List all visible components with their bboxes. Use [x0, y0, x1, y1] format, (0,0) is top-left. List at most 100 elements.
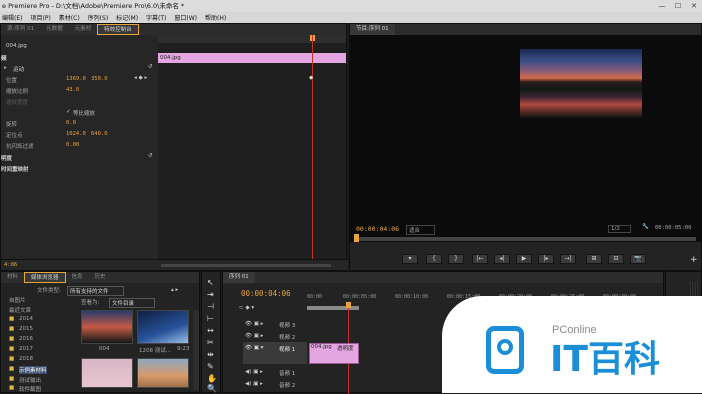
- mark-out-button[interactable]: }: [448, 254, 464, 264]
- minimize-button[interactable]: —: [654, 0, 670, 12]
- prop-position-x[interactable]: 1369.0: [66, 76, 86, 82]
- go-to-out-button[interactable]: →|: [560, 254, 576, 264]
- tab-history[interactable]: 历史: [89, 272, 112, 283]
- folder-item[interactable]: 测试输出: [19, 376, 41, 384]
- program-timecode-current[interactable]: 00:00:04:06: [356, 225, 399, 233]
- menu-clip[interactable]: 素材(C): [59, 13, 80, 22]
- rolling-edit-tool-icon[interactable]: ⊢: [207, 314, 214, 323]
- prop-antiflicker-value[interactable]: 0.00: [66, 142, 79, 148]
- export-frame-button[interactable]: 📷: [630, 254, 646, 264]
- project-scrollbar[interactable]: [193, 310, 199, 390]
- folder-item[interactable]: 示例素材料: [19, 366, 47, 374]
- keyframe-diamond[interactable]: ◆: [309, 75, 313, 81]
- menu-edit[interactable]: 编辑(E): [2, 13, 22, 22]
- maximize-button[interactable]: ☐: [670, 0, 686, 12]
- tab-media-browser[interactable]: 媒体浏览器: [24, 272, 66, 283]
- keyframe-ruler: [158, 35, 346, 43]
- timeline-clip[interactable]: 004.jpg 透明度: [309, 343, 359, 364]
- quality-dropdown[interactable]: 1/2: [608, 225, 631, 233]
- media-thumbnail[interactable]: [137, 310, 189, 344]
- mark-in-button[interactable]: {: [426, 254, 442, 264]
- ruler-label: 00:00:10:00: [395, 294, 429, 300]
- tab-sequence[interactable]: 序列 01: [223, 272, 255, 283]
- tab-source[interactable]: 源:序列 01: [1, 24, 40, 35]
- wrench-icon[interactable]: 🔧: [642, 224, 649, 230]
- folder-item[interactable]: 2018: [19, 356, 33, 362]
- folder-item[interactable]: 2017: [19, 346, 33, 352]
- reset-opacity-icon[interactable]: ↺: [148, 153, 153, 159]
- program-scrubber[interactable]: [356, 237, 696, 241]
- prop-scale-label: 缩放比例: [6, 89, 29, 95]
- pen-tool-icon[interactable]: ✎: [207, 362, 214, 371]
- razor-tool-icon[interactable]: ✂: [207, 338, 214, 347]
- prop-rotation-value[interactable]: 0.0: [66, 120, 76, 126]
- work-area-bar[interactable]: [307, 306, 359, 310]
- play-button[interactable]: ▶: [516, 254, 532, 264]
- folder-item[interactable]: 最近文章: [9, 306, 31, 314]
- zoom-scrollbar[interactable]: [161, 264, 331, 267]
- folder-item[interactable]: 软件截图: [19, 385, 41, 393]
- tab-elements[interactable]: 元素材: [69, 24, 98, 35]
- tab-info[interactable]: 信息: [66, 272, 89, 283]
- folder-icon: ■: [9, 385, 15, 391]
- section-time-remap[interactable]: 时间重映射: [1, 165, 29, 173]
- folder-item[interactable]: 2016: [19, 336, 33, 342]
- timeline-timecode[interactable]: 00:00:04:06: [241, 289, 291, 298]
- rate-stretch-tool-icon[interactable]: ↔: [207, 326, 214, 335]
- media-thumbnail[interactable]: [137, 358, 189, 388]
- prop-scale-value[interactable]: 43.0: [66, 87, 79, 93]
- file-type-dropdown[interactable]: 所有支持的文件: [67, 286, 124, 296]
- track-visibility-icon[interactable]: 👁 ▣ ▸: [245, 321, 263, 327]
- track-visibility-icon[interactable]: 👁 ▣ ▾: [245, 345, 263, 351]
- section-motion[interactable]: 运动: [13, 65, 24, 73]
- view-as-dropdown[interactable]: 文件目录: [109, 298, 156, 308]
- extract-button[interactable]: ⊟: [608, 254, 624, 264]
- menu-project[interactable]: 项目(P): [30, 13, 50, 22]
- hand-tool-icon[interactable]: ✋: [207, 374, 217, 383]
- track-visibility-icon[interactable]: 👁 ▣ ▸: [245, 333, 263, 339]
- audio-speaker-icon[interactable]: ◀) ▣ ▸: [245, 369, 263, 375]
- window-title: e Premiere Pro - D:\文档\Adobe\Premiere Pr…: [2, 2, 185, 10]
- menu-marker[interactable]: 标记(M): [116, 13, 138, 22]
- preview-image: [520, 49, 642, 118]
- track-select-tool-icon[interactable]: ⇥: [207, 290, 214, 299]
- prop-position-y[interactable]: 350.0: [91, 76, 108, 82]
- add-marker-button[interactable]: ▾: [402, 254, 418, 264]
- go-to-in-button[interactable]: |←: [472, 254, 488, 264]
- zoom-tool-icon[interactable]: 🔍: [207, 384, 217, 393]
- close-button[interactable]: ✕: [686, 0, 702, 12]
- lift-button[interactable]: ⊞: [586, 254, 602, 264]
- slip-tool-icon[interactable]: ⇹: [207, 350, 214, 359]
- tab-material[interactable]: 材料: [1, 272, 24, 283]
- keyframe-nav-icon[interactable]: ◂ ◆ ▸: [134, 75, 147, 81]
- fit-dropdown[interactable]: 适合: [406, 225, 436, 235]
- menu-title[interactable]: 字幕(T): [146, 13, 166, 22]
- snap-icon[interactable]: ⊂ ◆ ▾: [239, 305, 254, 311]
- menu-help[interactable]: 帮助(H): [205, 13, 226, 22]
- audio-speaker-icon[interactable]: ◀) ▣ ▸: [245, 381, 263, 387]
- nav-back-icon[interactable]: ▴ ▸: [171, 287, 178, 293]
- folder-item[interactable]: 2014: [19, 316, 33, 322]
- section-opacity[interactable]: 明度: [1, 154, 12, 162]
- media-thumbnail[interactable]: [81, 310, 133, 344]
- prop-anchor-x[interactable]: 1024.0: [66, 131, 86, 137]
- program-playhead[interactable]: [354, 234, 359, 242]
- reset-icon[interactable]: ↺: [148, 64, 153, 70]
- selection-tool-icon[interactable]: ↖: [207, 278, 214, 287]
- effect-timecode[interactable]: 4:06: [4, 262, 17, 268]
- menu-sequence[interactable]: 序列(S): [88, 13, 109, 22]
- add-button[interactable]: +: [690, 255, 698, 265]
- folder-item[interactable]: 自图片: [9, 296, 26, 304]
- prop-anchor-y[interactable]: 640.0: [91, 131, 108, 137]
- tab-effect-controls[interactable]: 特效控制台: [97, 24, 139, 35]
- folder-item[interactable]: 2015: [19, 326, 33, 332]
- tab-program[interactable]: 节目:序列 01: [350, 24, 395, 35]
- step-forward-button[interactable]: |▸: [538, 254, 554, 264]
- keyframe-clip-bar[interactable]: 004.jpg: [158, 53, 346, 63]
- step-back-button[interactable]: ◂|: [494, 254, 510, 264]
- media-thumbnail[interactable]: [81, 358, 133, 388]
- tab-metadata[interactable]: 元数据: [40, 24, 69, 35]
- menu-window[interactable]: 窗口(W): [174, 13, 197, 22]
- uniform-scale-checkbox[interactable]: ✓: [66, 109, 71, 115]
- ripple-edit-tool-icon[interactable]: ⊣: [207, 302, 214, 311]
